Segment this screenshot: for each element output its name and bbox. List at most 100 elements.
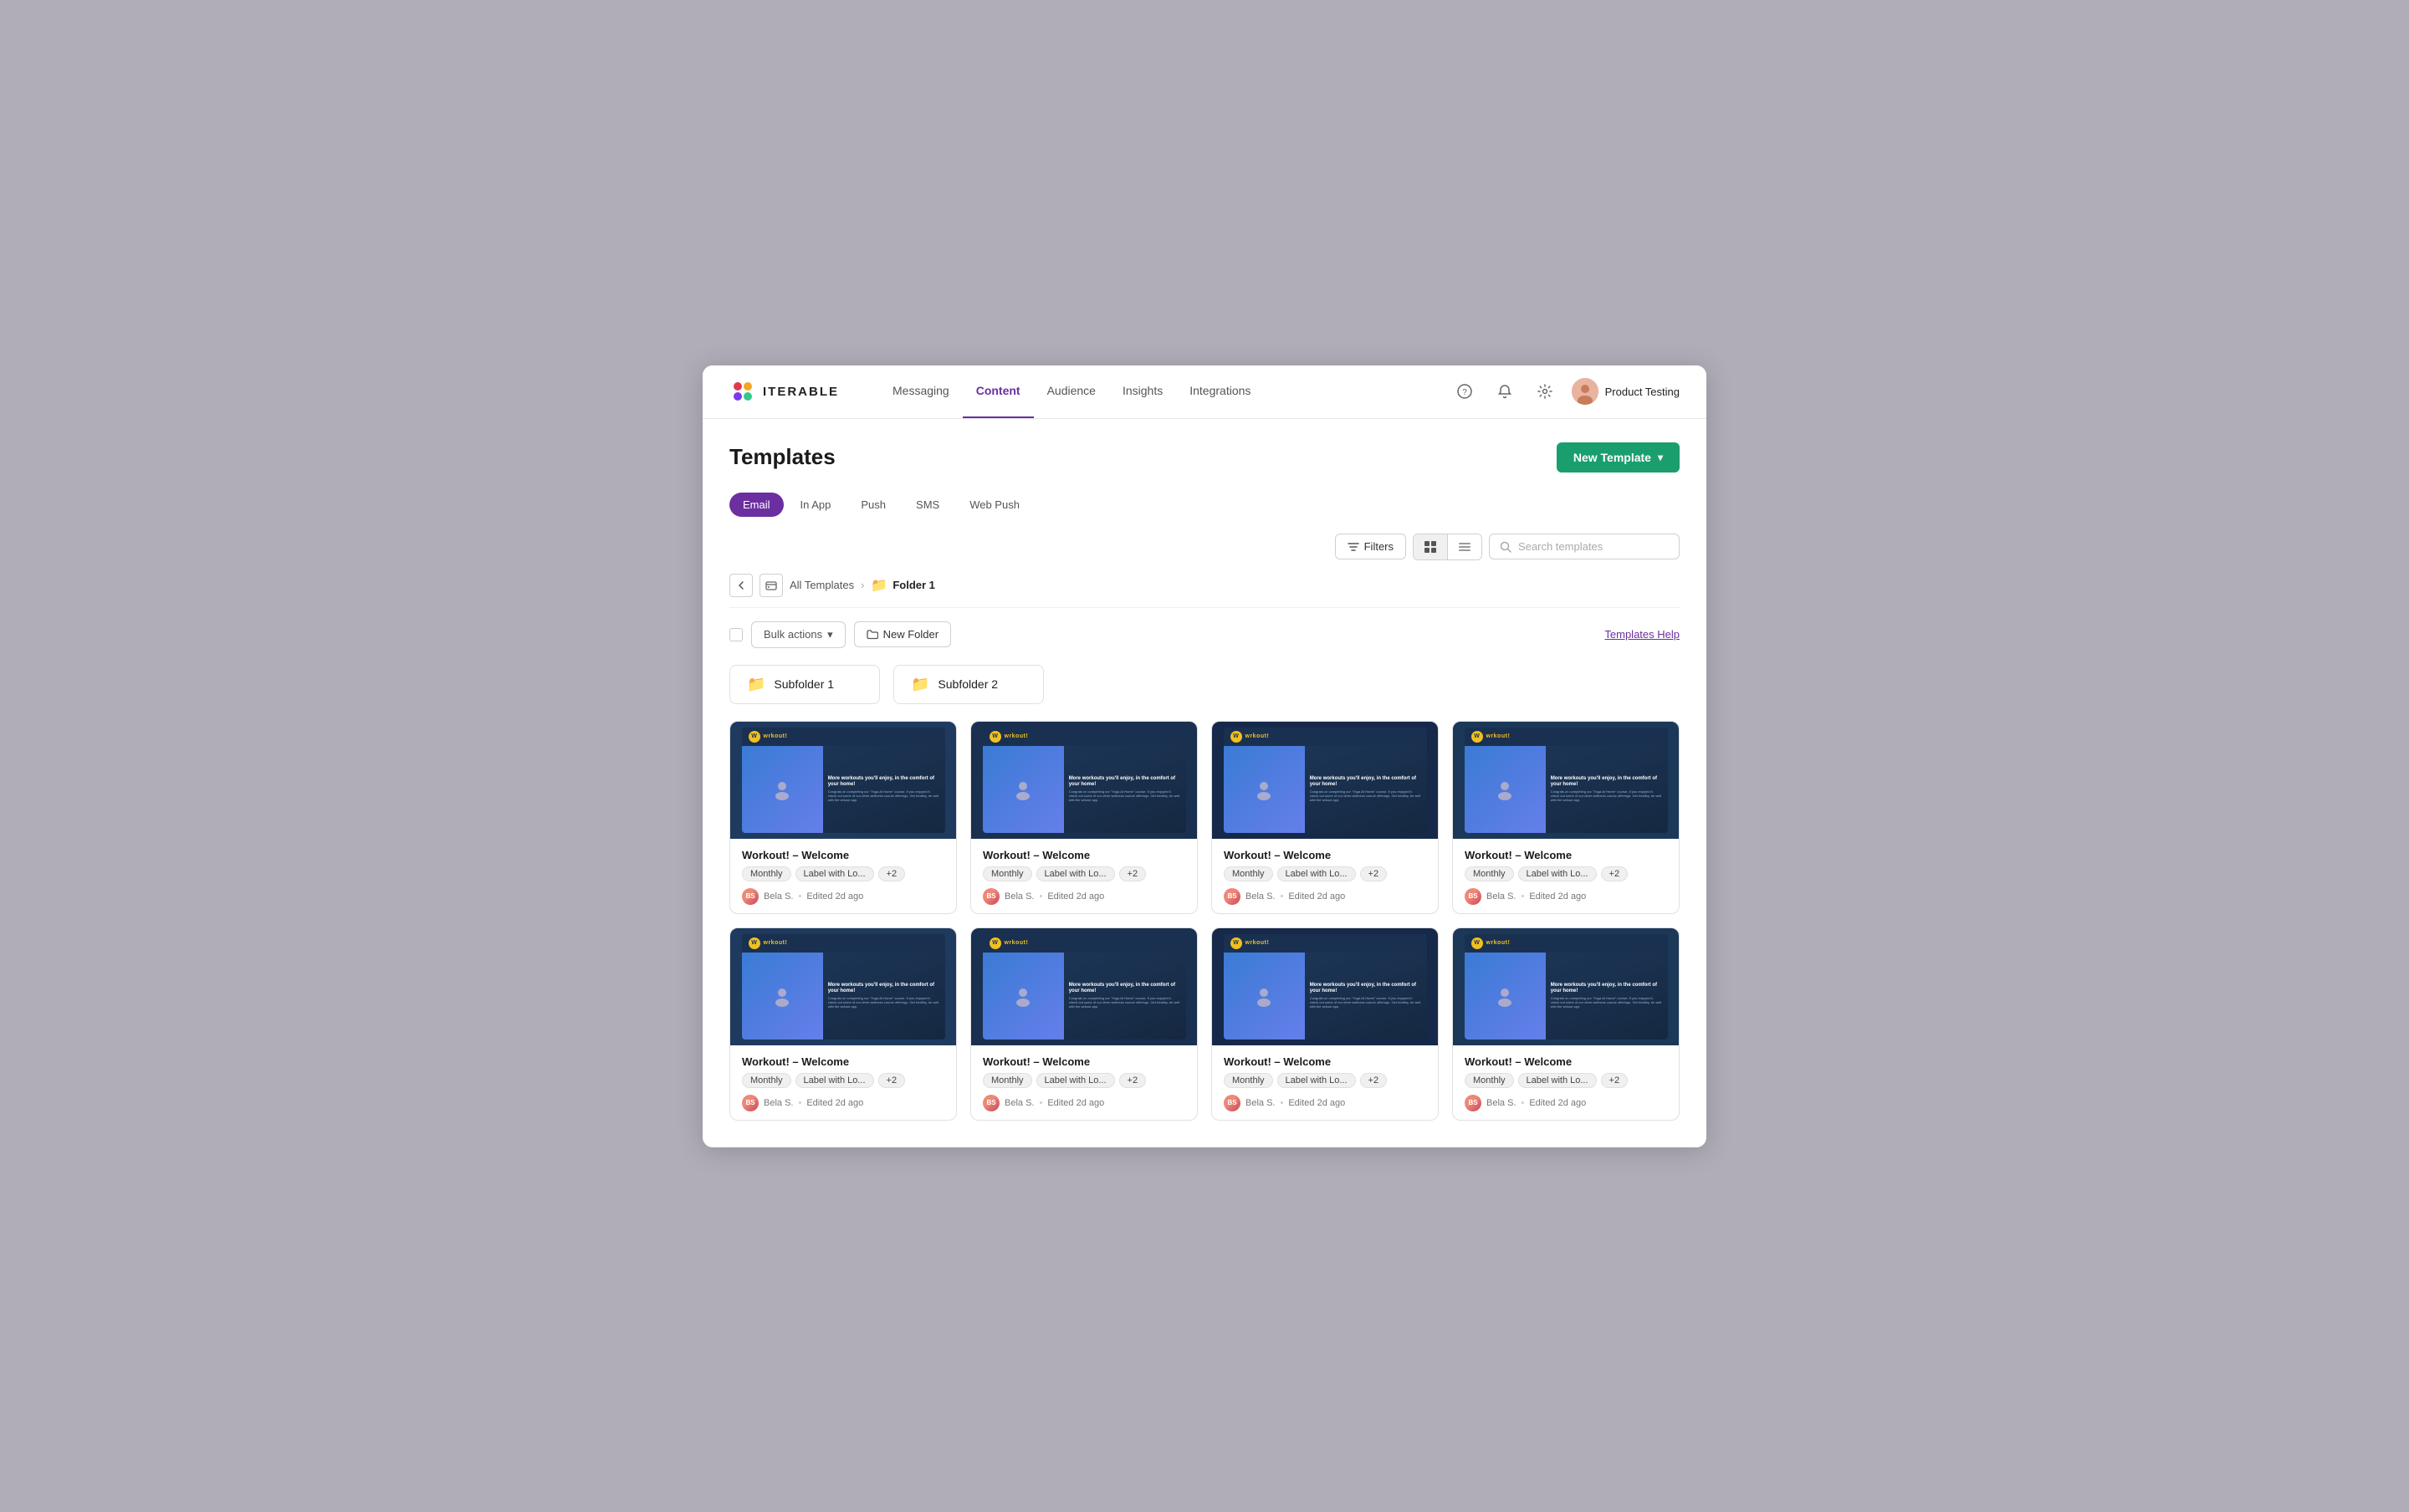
tag[interactable]: Monthly xyxy=(1224,1073,1273,1088)
tag[interactable]: Label with Lo... xyxy=(1277,1073,1356,1088)
select-all-checkbox[interactable] xyxy=(729,628,743,641)
template-card[interactable]: W wrkout! More workouts you'll enjoy, in… xyxy=(1211,721,1439,914)
nav-integrations[interactable]: Integrations xyxy=(1176,365,1264,419)
template-card[interactable]: W wrkout! More workouts you'll enjoy, in… xyxy=(729,927,957,1121)
channel-tabs: Email In App Push SMS Web Push xyxy=(729,493,1680,517)
template-tags: Monthly Label with Lo... +2 xyxy=(1224,866,1426,881)
template-tags: Monthly Label with Lo... +2 xyxy=(1465,866,1667,881)
template-card[interactable]: W wrkout! More workouts you'll enjoy, in… xyxy=(1211,927,1439,1121)
search-input[interactable] xyxy=(1518,540,1669,553)
tag[interactable]: Monthly xyxy=(1465,1073,1514,1088)
tag[interactable]: Monthly xyxy=(983,866,1032,881)
subfolder-1[interactable]: 📁 Subfolder 1 xyxy=(729,665,880,704)
tag[interactable]: Label with Lo... xyxy=(1036,866,1115,881)
template-name: Workout! – Welcome xyxy=(1465,1055,1667,1068)
nav-content[interactable]: Content xyxy=(963,365,1034,419)
wrkout-hero-image xyxy=(1224,746,1305,833)
grid-view-button[interactable] xyxy=(1414,534,1448,559)
template-info: Workout! – Welcome Monthly Label with Lo… xyxy=(730,1045,956,1120)
breadcrumb-all-templates[interactable]: All Templates xyxy=(790,579,854,591)
folder-icon: 📁 xyxy=(871,577,887,594)
tag[interactable]: Monthly xyxy=(742,1073,791,1088)
settings-button[interactable] xyxy=(1532,378,1558,405)
tag-more[interactable]: +2 xyxy=(1601,1073,1629,1088)
list-view-button[interactable] xyxy=(1448,534,1481,559)
author-avatar: BS xyxy=(1465,1095,1481,1111)
template-card[interactable]: W wrkout! More workouts you'll enjoy, in… xyxy=(970,927,1198,1121)
wrkout-headline: More workouts you'll enjoy, in the comfo… xyxy=(1551,983,1663,994)
template-thumbnail: W wrkout! More workouts you'll enjoy, in… xyxy=(730,928,956,1045)
folder-add-icon xyxy=(867,629,878,641)
template-thumbnail: W wrkout! More workouts you'll enjoy, in… xyxy=(730,722,956,839)
logo[interactable]: ITERABLE xyxy=(729,378,839,405)
new-template-button[interactable]: New Template ▾ xyxy=(1557,442,1680,472)
wrkout-logo: W xyxy=(990,731,1001,743)
wrkout-headline: More workouts you'll enjoy, in the comfo… xyxy=(828,983,940,994)
back-button[interactable] xyxy=(729,574,753,597)
tag-more[interactable]: +2 xyxy=(1360,1073,1388,1088)
edited-time: Edited 2d ago xyxy=(806,891,863,902)
tag-more[interactable]: +2 xyxy=(1601,866,1629,881)
tag[interactable]: Label with Lo... xyxy=(1518,866,1597,881)
new-folder-button[interactable]: New Folder xyxy=(854,621,951,647)
template-thumbnail: W wrkout! More workouts you'll enjoy, in… xyxy=(1453,928,1679,1045)
tag-more[interactable]: +2 xyxy=(1119,1073,1147,1088)
template-card[interactable]: W wrkout! More workouts you'll enjoy, in… xyxy=(1452,927,1680,1121)
subfolder-2[interactable]: 📁 Subfolder 2 xyxy=(893,665,1044,704)
edited-time: Edited 2d ago xyxy=(1047,1098,1104,1108)
tab-push[interactable]: Push xyxy=(847,493,899,517)
wrkout-hero-image xyxy=(742,953,823,1040)
template-card[interactable]: W wrkout! More workouts you'll enjoy, in… xyxy=(1452,721,1680,914)
tag[interactable]: Label with Lo... xyxy=(1277,866,1356,881)
nav-insights[interactable]: Insights xyxy=(1109,365,1176,419)
breadcrumb-separator: › xyxy=(861,579,864,591)
header: ITERABLE Messaging Content Audience Insi… xyxy=(703,365,1706,419)
tag-more[interactable]: +2 xyxy=(878,1073,906,1088)
filter-row: Filters xyxy=(729,534,1680,560)
tag[interactable]: Label with Lo... xyxy=(1036,1073,1115,1088)
notifications-button[interactable] xyxy=(1491,378,1518,405)
template-meta: BS Bela S. • Edited 2d ago xyxy=(983,888,1185,905)
filters-button[interactable]: Filters xyxy=(1335,534,1406,559)
template-meta: BS Bela S. • Edited 2d ago xyxy=(1224,1095,1426,1111)
author-avatar: BS xyxy=(742,1095,759,1111)
author-name: Bela S. xyxy=(1486,891,1516,902)
edited-time: Edited 2d ago xyxy=(1288,1098,1345,1108)
template-meta: BS Bela S. • Edited 2d ago xyxy=(1465,888,1667,905)
wrkout-logo: W xyxy=(1230,937,1242,949)
help-button[interactable]: ? xyxy=(1451,378,1478,405)
tag-more[interactable]: +2 xyxy=(1119,866,1147,881)
tab-webpush[interactable]: Web Push xyxy=(956,493,1033,517)
tag[interactable]: Monthly xyxy=(1465,866,1514,881)
tag-more[interactable]: +2 xyxy=(878,866,906,881)
tab-inapp[interactable]: In App xyxy=(787,493,845,517)
template-card[interactable]: W wrkout! More workouts you'll enjoy, in… xyxy=(970,721,1198,914)
tag[interactable]: Monthly xyxy=(742,866,791,881)
template-name: Workout! – Welcome xyxy=(1465,849,1667,861)
tag[interactable]: Label with Lo... xyxy=(795,866,874,881)
wrkout-subtext: Congrats on completing our "Yoga At Home… xyxy=(1551,789,1663,803)
nav-messaging[interactable]: Messaging xyxy=(879,365,963,419)
author-avatar: BS xyxy=(1224,888,1240,905)
template-info: Workout! – Welcome Monthly Label with Lo… xyxy=(730,839,956,913)
user-menu[interactable]: Product Testing xyxy=(1572,378,1680,405)
nav-audience[interactable]: Audience xyxy=(1034,365,1109,419)
tag-more[interactable]: +2 xyxy=(1360,866,1388,881)
template-name: Workout! – Welcome xyxy=(742,1055,944,1068)
tab-sms[interactable]: SMS xyxy=(903,493,953,517)
bulk-actions-button[interactable]: Bulk actions ▾ xyxy=(751,621,846,648)
wrkout-logo: W xyxy=(1471,731,1483,743)
template-card[interactable]: W wrkout! More workouts you'll enjoy, in… xyxy=(729,721,957,914)
template-meta: BS Bela S. • Edited 2d ago xyxy=(983,1095,1185,1111)
template-tags: Monthly Label with Lo... +2 xyxy=(1465,1073,1667,1088)
author-name: Bela S. xyxy=(764,891,793,902)
tag[interactable]: Label with Lo... xyxy=(795,1073,874,1088)
tag[interactable]: Monthly xyxy=(983,1073,1032,1088)
view-toggle xyxy=(1413,534,1482,560)
tag[interactable]: Label with Lo... xyxy=(1518,1073,1597,1088)
templates-help-link[interactable]: Templates Help xyxy=(1604,628,1680,641)
wrkout-logo: W xyxy=(749,937,760,949)
template-tags: Monthly Label with Lo... +2 xyxy=(742,1073,944,1088)
tab-email[interactable]: Email xyxy=(729,493,784,517)
tag[interactable]: Monthly xyxy=(1224,866,1273,881)
